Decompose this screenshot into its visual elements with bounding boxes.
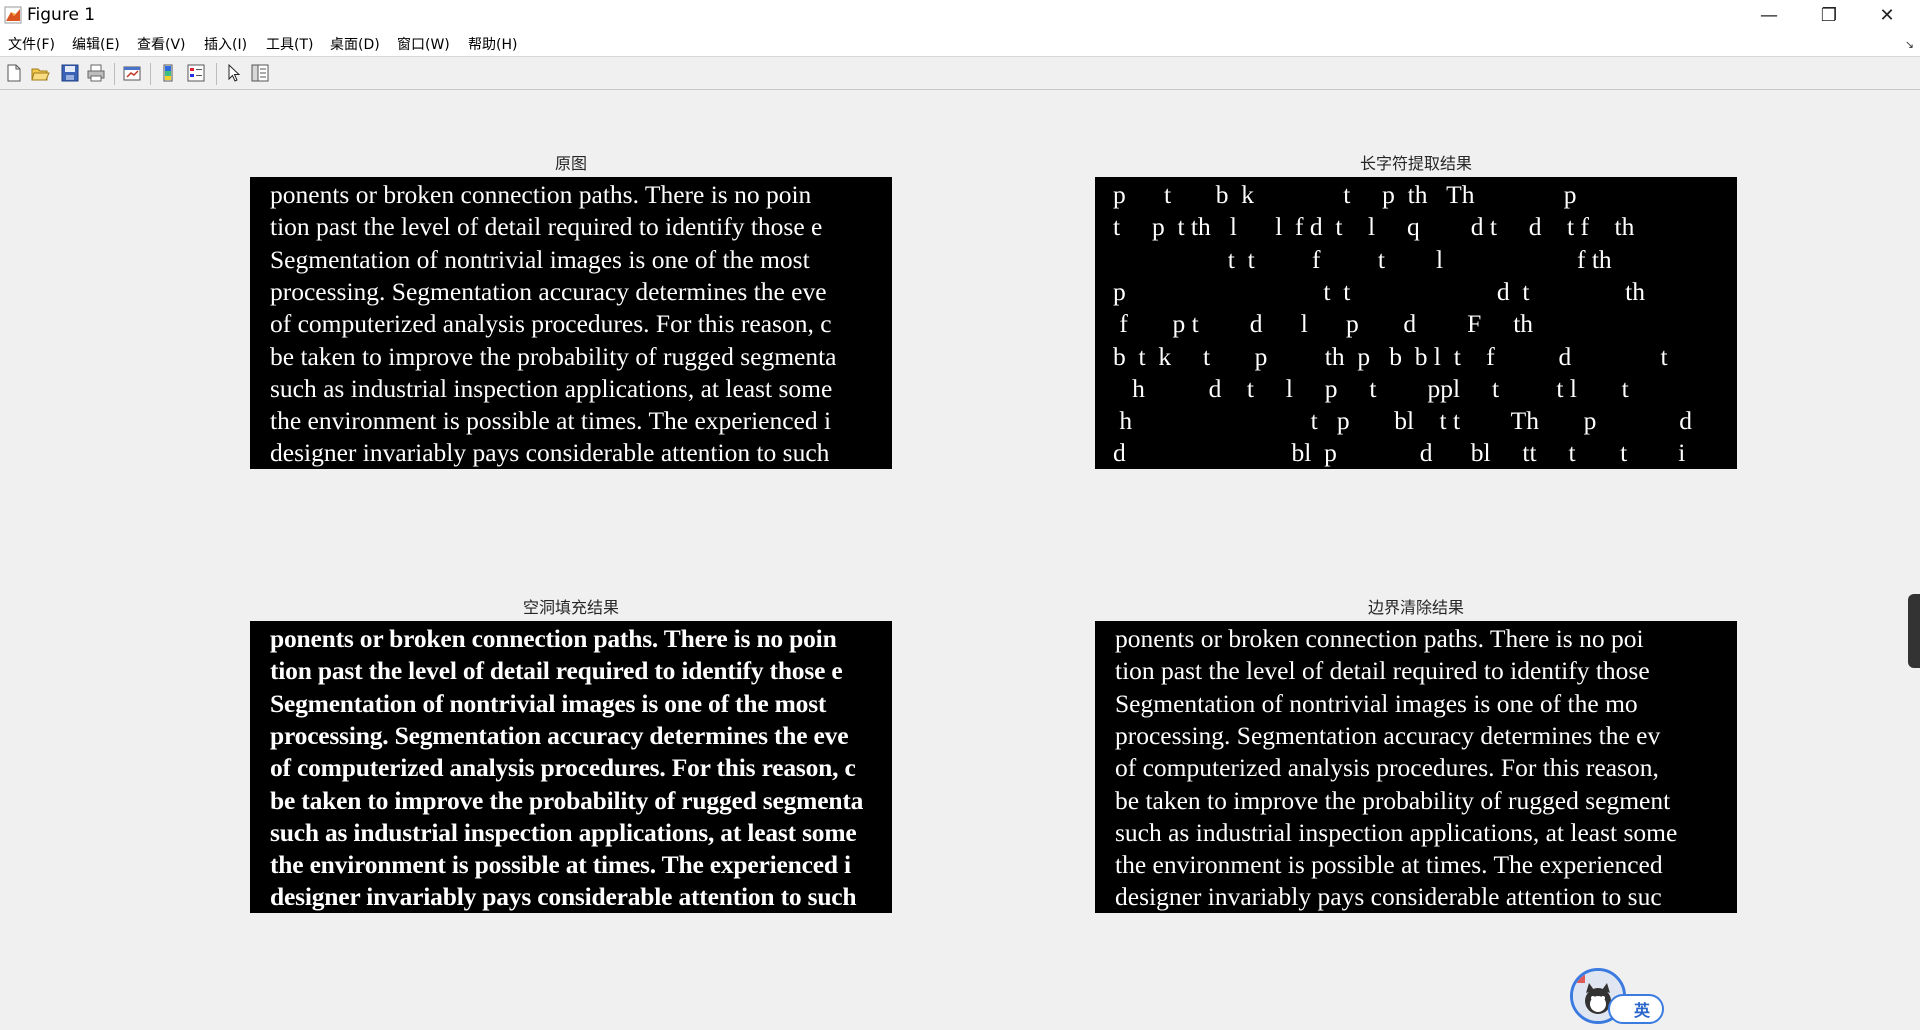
property-inspector-icon[interactable] bbox=[250, 63, 270, 83]
menu-file[interactable]: 文件(F) bbox=[8, 34, 55, 54]
dock-arrow-icon[interactable]: ↘ bbox=[1905, 38, 1914, 51]
image-text-line: d bl p d bl tt t t i bbox=[1113, 438, 1686, 468]
image-text-line: be taken to improve the probability of r… bbox=[270, 785, 864, 815]
edit-plot-arrow-icon[interactable] bbox=[224, 63, 244, 83]
close-button[interactable]: ✕ bbox=[1858, 0, 1916, 30]
toolbar-separator bbox=[114, 63, 115, 85]
toolbar-separator bbox=[216, 63, 217, 85]
image-text-line: ponents or broken connection paths. Ther… bbox=[270, 180, 812, 209]
image-border-clear-result[interactable]: ponents or broken connection paths. Ther… bbox=[1095, 621, 1737, 913]
menu-tools[interactable]: 工具(T) bbox=[266, 34, 313, 54]
legend-icon[interactable] bbox=[186, 63, 206, 83]
save-icon[interactable] bbox=[60, 63, 80, 83]
menu-edit[interactable]: 编辑(E) bbox=[72, 34, 120, 54]
subplot-title-original: 原图 bbox=[554, 154, 587, 173]
menu-desktop[interactable]: 桌面(D) bbox=[330, 34, 380, 54]
image-text-line: tion past the level of detail required t… bbox=[1115, 656, 1650, 686]
image-text-line: the environment is possible at times. Th… bbox=[1115, 850, 1663, 880]
side-panel-handle[interactable] bbox=[1908, 594, 1920, 668]
image-text-line: designer invariably pays considerable at… bbox=[270, 882, 857, 912]
ime-language-indicator[interactable]: 英 bbox=[1608, 994, 1664, 1024]
subplot-title-border-clear: 边界清除结果 bbox=[1367, 598, 1464, 617]
image-text-line: t t f t l f th bbox=[1113, 244, 1612, 274]
image-text-line: designer invariably pays considerable at… bbox=[270, 438, 830, 468]
image-text-line: processing. Segmentation accuracy determ… bbox=[270, 720, 849, 750]
image-text-line: tion past the level of detail required t… bbox=[270, 656, 843, 686]
image-text-line: tion past the level of detail required t… bbox=[270, 212, 823, 242]
subplot-title-hole-fill: 空洞填充结果 bbox=[522, 598, 619, 617]
print-icon[interactable] bbox=[86, 63, 106, 83]
image-text-line: h t p bl t t Th p d bbox=[1113, 406, 1692, 436]
image-text-line: t p t th l l f d t l q d t d t f th bbox=[1113, 212, 1635, 242]
image-long-char-result[interactable]: p t b k t p th Th p t p t th l l f d t l … bbox=[1095, 177, 1737, 469]
image-text-line: the environment is possible at times. Th… bbox=[270, 406, 832, 436]
open-file-icon[interactable] bbox=[30, 63, 50, 83]
ime-widget[interactable]: 英 bbox=[1570, 968, 1670, 1030]
menu-insert[interactable]: 插入(I) bbox=[204, 34, 247, 54]
image-text-line: Segmentation of nontrivial images is one… bbox=[270, 244, 810, 274]
image-text-line: p t b k t p th Th p bbox=[1113, 180, 1577, 209]
minimize-button[interactable]: — bbox=[1740, 0, 1798, 30]
image-text-line: be taken to improve the probability of r… bbox=[270, 341, 837, 371]
image-text-line: designer invariably pays considerable at… bbox=[1115, 882, 1662, 912]
image-text-line: such as industrial inspection applicatio… bbox=[270, 373, 833, 403]
image-text-line: of computerized analysis procedures. For… bbox=[1115, 753, 1659, 783]
image-text-line: be taken to improve the probability of r… bbox=[1115, 785, 1671, 815]
menu-window[interactable]: 窗口(W) bbox=[397, 34, 450, 54]
toolbar bbox=[0, 56, 1920, 90]
image-text-line: Segmentation of nontrivial images is one… bbox=[1115, 688, 1638, 718]
image-original[interactable]: ponents or broken connection paths. Ther… bbox=[250, 177, 892, 469]
image-text-line: of computerized analysis procedures. For… bbox=[270, 753, 856, 783]
image-text-line: processing. Segmentation accuracy determ… bbox=[270, 276, 827, 306]
image-text-line: such as industrial inspection applicatio… bbox=[270, 817, 857, 847]
menu-view[interactable]: 查看(V) bbox=[137, 34, 186, 54]
subplot-title-long-char: 长字符提取结果 bbox=[1359, 154, 1472, 173]
image-text-line: ponents or broken connection paths. Ther… bbox=[1115, 624, 1644, 653]
image-text-line: Segmentation of nontrivial images is one… bbox=[270, 688, 827, 718]
image-text-line: p t t d t th bbox=[1113, 276, 1645, 306]
maximize-button[interactable]: ❐ bbox=[1800, 0, 1858, 30]
colorbar-icon[interactable] bbox=[158, 63, 178, 83]
matlab-app-icon bbox=[4, 6, 22, 24]
image-text-line: the environment is possible at times. Th… bbox=[270, 850, 851, 880]
toolbar-separator bbox=[150, 63, 151, 85]
window-title: Figure 1 bbox=[27, 5, 96, 25]
new-figure-icon[interactable] bbox=[4, 63, 24, 83]
image-text-line: h d t l p t ppl t t l t bbox=[1113, 373, 1629, 403]
menu-bar: 文件(F) 编辑(E) 查看(V) 插入(I) 工具(T) 桌面(D) 窗口(W… bbox=[0, 30, 1920, 56]
image-text-line: processing. Segmentation accuracy determ… bbox=[1115, 720, 1661, 750]
image-text-line: of computerized analysis procedures. For… bbox=[270, 309, 832, 339]
image-text-line: b t k t p th p b b l t f d t bbox=[1113, 341, 1668, 371]
menu-help[interactable]: 帮助(H) bbox=[468, 34, 517, 54]
image-text-line: ponents or broken connection paths. Ther… bbox=[270, 624, 837, 653]
image-text-line: f p t d l p d F th bbox=[1113, 309, 1534, 339]
link-plot-icon[interactable] bbox=[122, 63, 142, 83]
image-text-line: such as industrial inspection applicatio… bbox=[1115, 817, 1678, 847]
title-bar: Figure 1 — ❐ ✕ bbox=[0, 0, 1920, 30]
image-hole-fill-result[interactable]: ponents or broken connection paths. Ther… bbox=[250, 621, 892, 913]
